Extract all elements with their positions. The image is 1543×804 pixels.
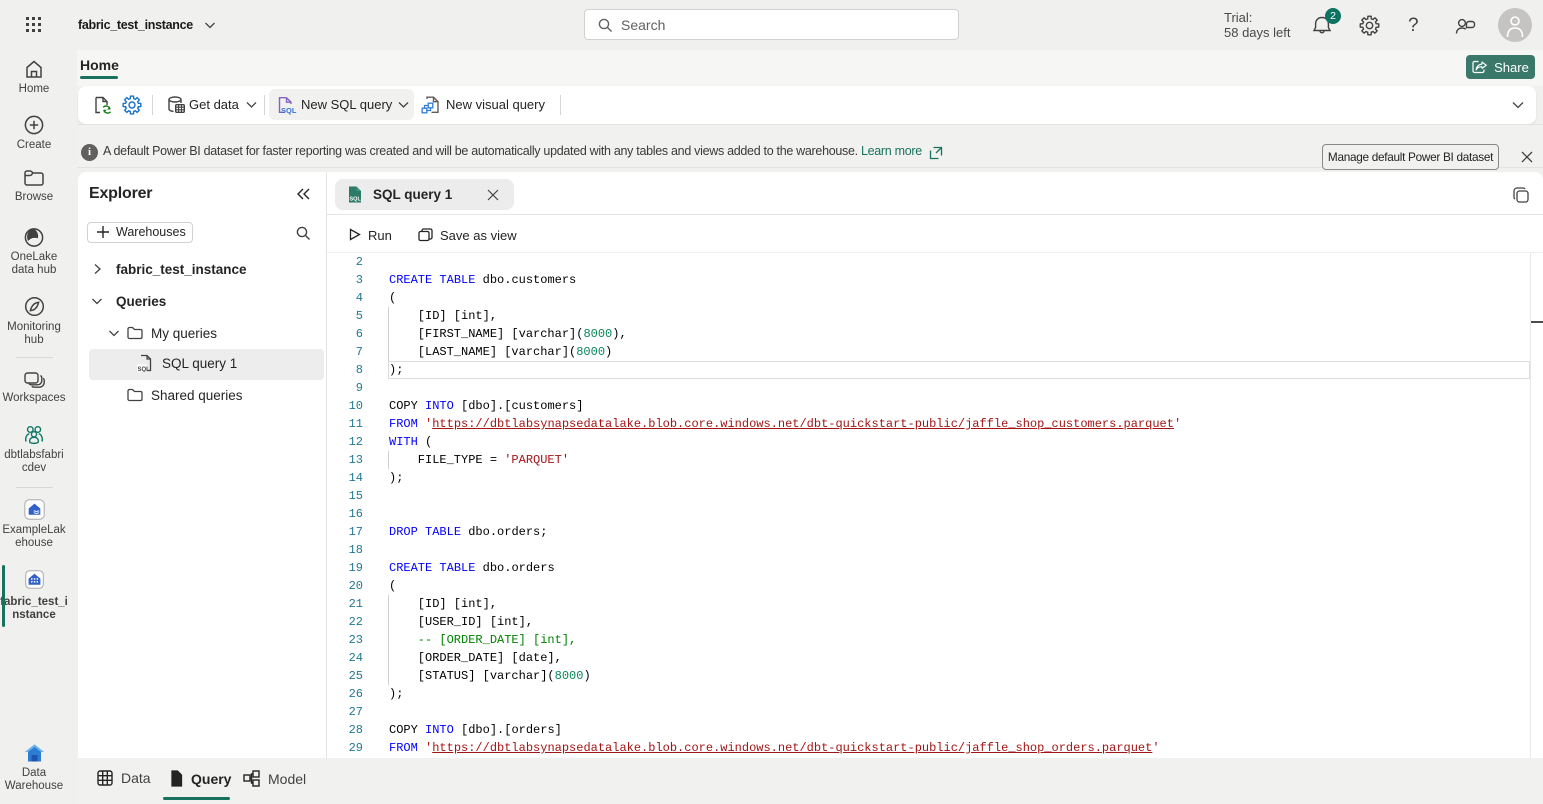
svg-text:SQL: SQL: [138, 367, 151, 372]
svg-text:SQL: SQL: [281, 106, 297, 115]
svg-text:SQL: SQL: [350, 197, 362, 203]
